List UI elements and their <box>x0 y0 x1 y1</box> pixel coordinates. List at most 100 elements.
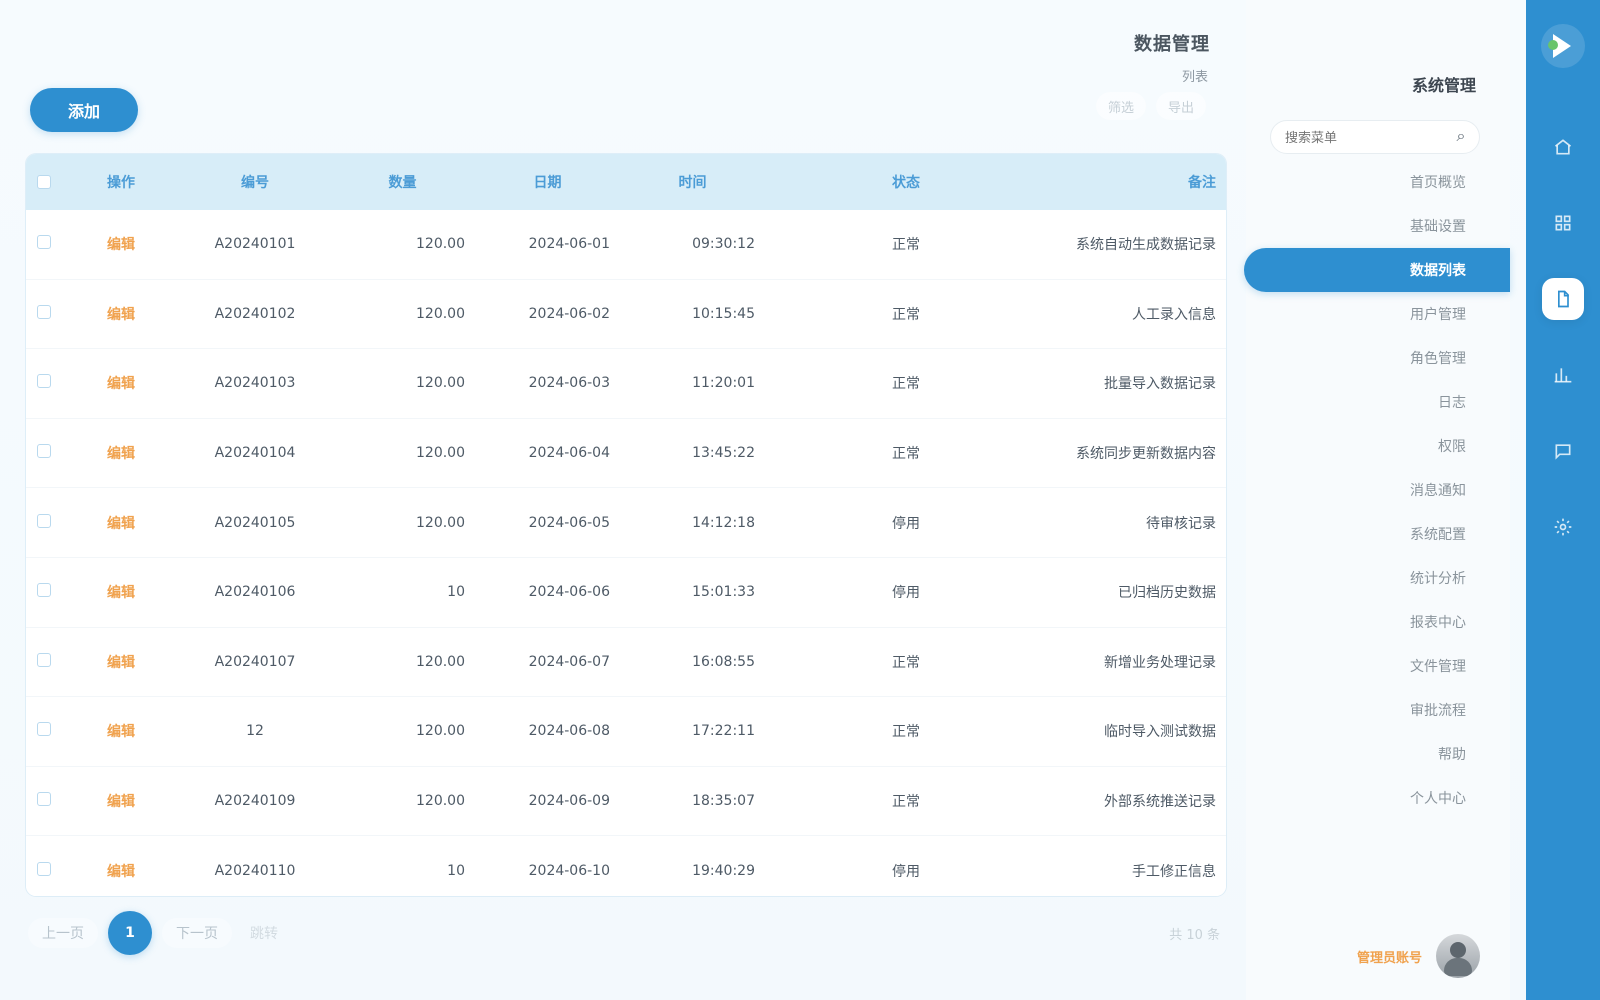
row-time: 19:40:29 <box>692 862 755 879</box>
column-header-status: 状态 <box>892 175 920 191</box>
play-logo-icon[interactable] <box>1541 24 1585 68</box>
row-status: 正常 <box>892 237 920 254</box>
current-page-button[interactable]: 1 <box>108 911 152 955</box>
sidebar-item-roles[interactable]: 角色管理 <box>1244 336 1484 380</box>
row-select-cell[interactable] <box>26 652 62 671</box>
row-select-cell[interactable] <box>26 722 62 740</box>
select-all-cell[interactable] <box>26 175 62 189</box>
filter-button[interactable]: 筛选 <box>1095 92 1146 120</box>
sidebar-item-basic-settings[interactable]: 基础设置 <box>1244 204 1484 248</box>
table-row: 编辑 A20240102 120.00 2024-06-02 10:15:45 … <box>26 279 1226 350</box>
add-button[interactable]: 添加 <box>30 88 138 132</box>
row-action[interactable]: 编辑 <box>62 443 180 463</box>
sidebar-item-files[interactable]: 文件管理 <box>1244 644 1484 688</box>
row-checkbox[interactable] <box>37 652 51 667</box>
select-all-checkbox[interactable] <box>37 175 51 189</box>
row-quantity: 120.00 <box>416 236 465 253</box>
row-status: 正常 <box>892 724 920 741</box>
row-action[interactable]: 编辑 <box>62 513 180 533</box>
row-select-cell[interactable] <box>26 861 62 880</box>
table-row: 编辑 A20240105 120.00 2024-06-05 14:12:18 … <box>26 488 1226 558</box>
row-date: 2024-06-05 <box>528 514 610 531</box>
data-table: 操作 编号 数量 日期 时间 状态 备注 编辑 A20240101 120.00… <box>26 154 1226 896</box>
sidebar-item-notifications[interactable]: 消息通知 <box>1244 468 1484 512</box>
row-quantity: 10 <box>447 584 465 601</box>
jump-page-button[interactable]: 跳转 <box>242 923 278 943</box>
row-checkbox[interactable] <box>37 374 51 389</box>
home-icon[interactable] <box>1542 126 1584 168</box>
avatar[interactable] <box>1436 934 1480 978</box>
table-header: 操作 编号 数量 日期 时间 状态 备注 <box>26 154 1226 210</box>
sidebar-item-config[interactable]: 系统配置 <box>1244 512 1484 556</box>
row-checkbox[interactable] <box>37 304 51 319</box>
row-checkbox[interactable] <box>37 513 51 528</box>
row-select-cell[interactable] <box>26 235 62 253</box>
row-date: 2024-06-02 <box>528 305 610 322</box>
row-action[interactable]: 编辑 <box>62 861 180 881</box>
row-action[interactable]: 编辑 <box>62 373 180 393</box>
sidebar-item-help[interactable]: 帮助 <box>1244 732 1484 776</box>
search-icon[interactable]: ⌕ <box>1452 127 1470 145</box>
pagination: 上一页 1 下一页 跳转 <box>28 911 278 955</box>
next-page-button[interactable]: 下一页 <box>162 918 232 948</box>
row-select-cell[interactable] <box>26 513 62 532</box>
table-row: 编辑 A20240110 10 2024-06-10 19:40:29 停用 手… <box>26 836 1226 896</box>
row-date: 2024-06-04 <box>528 445 610 462</box>
message-icon[interactable] <box>1542 430 1584 472</box>
record-count: 共 10 条 <box>1169 927 1220 943</box>
column-header-remark: 备注 <box>1188 175 1216 191</box>
row-remark: 新增业务处理记录 <box>1104 654 1216 671</box>
sidebar-item-profile[interactable]: 个人中心 <box>1244 776 1484 820</box>
table-row: 编辑 A20240104 120.00 2024-06-04 13:45:22 … <box>26 418 1226 489</box>
sidebar-item-data-list[interactable]: 数据列表 <box>1244 248 1510 292</box>
row-checkbox[interactable] <box>37 861 51 876</box>
sidebar-item-reports[interactable]: 报表中心 <box>1244 600 1484 644</box>
row-code: A20240102 <box>214 305 296 322</box>
row-action[interactable]: 编辑 <box>62 652 180 672</box>
export-button[interactable]: 导出 <box>1155 92 1206 120</box>
page-subtitle: 列表 <box>1181 70 1208 85</box>
sidebar-item-permissions[interactable]: 权限 <box>1244 424 1484 468</box>
row-checkbox[interactable] <box>37 792 51 807</box>
row-select-cell[interactable] <box>26 374 62 392</box>
sidebar-menu-list: 首页概览 基础设置 数据列表 用户管理 角色管理 日志 权限 消息通知 系统配置… <box>1244 160 1510 820</box>
row-date: 2024-06-03 <box>528 375 610 392</box>
row-date: 2024-06-09 <box>528 793 610 810</box>
column-header-action: 操作 <box>107 175 135 191</box>
row-remark: 系统自动生成数据记录 <box>1076 237 1216 254</box>
row-status: 正常 <box>892 654 920 671</box>
row-action[interactable]: 编辑 <box>62 791 180 811</box>
settings-icon[interactable] <box>1542 506 1584 548</box>
row-select-cell[interactable] <box>26 792 62 810</box>
sidebar-item-approval[interactable]: 审批流程 <box>1244 688 1484 732</box>
menu-search-input[interactable] <box>1270 120 1480 154</box>
row-quantity: 120.00 <box>416 514 465 531</box>
page-title: 数据管理 <box>1134 34 1210 55</box>
row-action[interactable]: 编辑 <box>62 304 180 324</box>
sidebar-item-overview[interactable]: 首页概览 <box>1244 160 1484 204</box>
row-status: 停用 <box>892 515 920 532</box>
user-profile[interactable]: 管理员账号 <box>1357 934 1480 978</box>
row-code: A20240106 <box>214 584 296 601</box>
row-checkbox[interactable] <box>37 235 51 250</box>
row-action[interactable]: 编辑 <box>62 582 180 602</box>
row-checkbox[interactable] <box>37 583 51 598</box>
chart-icon[interactable] <box>1542 354 1584 396</box>
row-select-cell[interactable] <box>26 444 62 462</box>
grid-icon[interactable] <box>1542 202 1584 244</box>
row-action[interactable]: 编辑 <box>62 234 180 254</box>
row-select-cell[interactable] <box>26 583 62 601</box>
row-checkbox[interactable] <box>37 444 51 459</box>
row-select-cell[interactable] <box>26 304 62 323</box>
sidebar-item-logs[interactable]: 日志 <box>1244 380 1484 424</box>
sidebar-menu: 系统管理 ⌕ 首页概览 基础设置 数据列表 用户管理 角色管理 日志 权限 消息… <box>1244 0 1510 1000</box>
document-icon[interactable] <box>1542 278 1584 320</box>
sidebar-item-users[interactable]: 用户管理 <box>1244 292 1484 336</box>
previous-page-button[interactable]: 上一页 <box>28 918 98 948</box>
row-time: 18:35:07 <box>692 793 755 810</box>
row-code: A20240104 <box>214 445 296 462</box>
main-content: 添加 数据管理 列表 筛选 导出 操作 编号 数量 日期 时间 状态 备注 编辑… <box>0 0 1260 1000</box>
row-action[interactable]: 编辑 <box>62 721 180 741</box>
row-checkbox[interactable] <box>37 722 51 737</box>
sidebar-item-analytics[interactable]: 统计分析 <box>1244 556 1484 600</box>
